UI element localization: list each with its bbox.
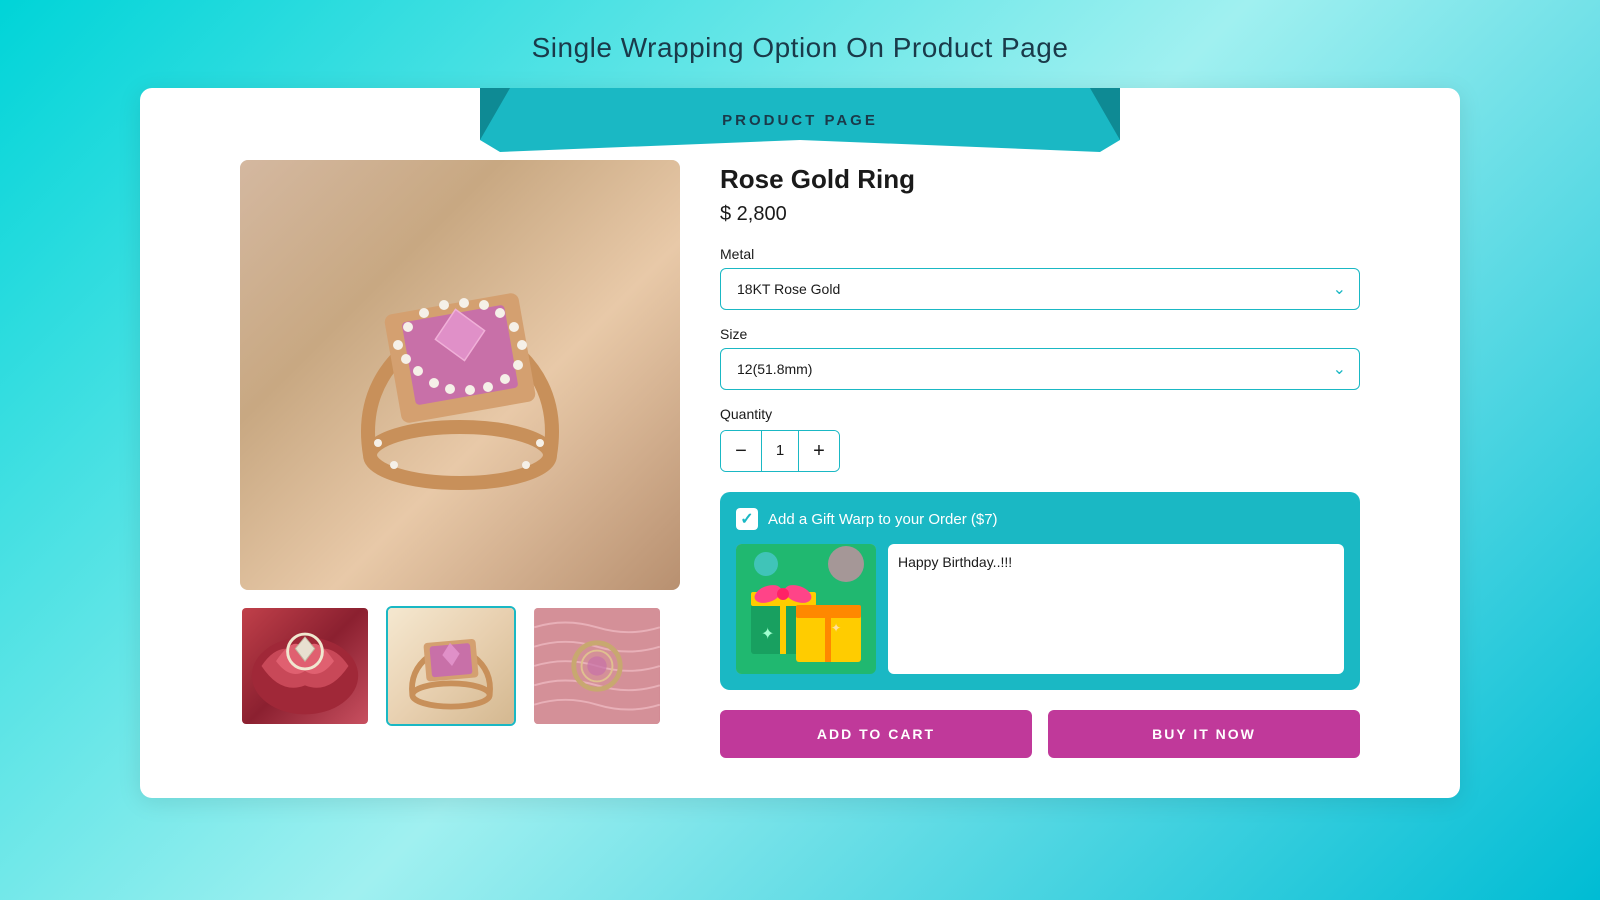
checkmark-icon: ✓ xyxy=(740,509,753,529)
gift-wrap-header: ✓ Add a Gift Warp to your Order ($7) xyxy=(736,508,1344,530)
gift-message-text[interactable]: Happy Birthday..!!! xyxy=(898,554,1012,570)
thumbnail-3[interactable] xyxy=(532,606,662,726)
banner-text: PRODUCT PAGE xyxy=(722,112,878,129)
action-buttons: ADD TO CART BUY IT NOW xyxy=(720,710,1360,758)
gift-wrap-section: ✓ Add a Gift Warp to your Order ($7) xyxy=(720,492,1360,690)
quantity-control: − 1 + xyxy=(720,430,840,472)
thumbnail-row xyxy=(240,606,680,726)
gift-wrap-checkbox[interactable]: ✓ xyxy=(736,508,758,530)
buy-it-now-button[interactable]: BUY IT NOW xyxy=(1048,710,1360,758)
thumbnail-2[interactable] xyxy=(386,606,516,726)
size-select[interactable]: 12(51.8mm) xyxy=(720,348,1360,390)
metal-select-wrapper: 18KT Rose Gold ⌄ xyxy=(720,268,1360,310)
quantity-value: 1 xyxy=(761,431,799,471)
gift-wrap-image: ✦ ✦ xyxy=(736,544,876,674)
product-info: Rose Gold Ring $ 2,800 Metal 18KT Rose G… xyxy=(720,160,1360,758)
gift-message-area: Happy Birthday..!!! xyxy=(888,544,1344,674)
product-price: $ 2,800 xyxy=(720,203,1360,226)
metal-select[interactable]: 18KT Rose Gold xyxy=(720,268,1360,310)
size-select-wrapper: 12(51.8mm) ⌄ xyxy=(720,348,1360,390)
image-section xyxy=(240,160,680,758)
svg-text:✦: ✦ xyxy=(831,621,841,635)
quantity-label: Quantity xyxy=(720,406,1360,422)
product-name: Rose Gold Ring xyxy=(720,164,1360,195)
quantity-decrease-button[interactable]: − xyxy=(721,431,761,471)
gift-wrap-label: Add a Gift Warp to your Order ($7) xyxy=(768,511,998,528)
banner: PRODUCT PAGE xyxy=(480,88,1120,152)
main-product-image xyxy=(240,160,680,590)
product-card: PRODUCT PAGE xyxy=(140,88,1460,798)
page-title: Single Wrapping Option On Product Page xyxy=(532,32,1069,64)
product-layout: Rose Gold Ring $ 2,800 Metal 18KT Rose G… xyxy=(140,160,1460,758)
size-label: Size xyxy=(720,326,1360,342)
gift-wrap-content: ✦ ✦ Happy Birthday..!!! xyxy=(736,544,1344,674)
metal-label: Metal xyxy=(720,246,1360,262)
thumbnail-1[interactable] xyxy=(240,606,370,726)
quantity-increase-button[interactable]: + xyxy=(799,431,839,471)
svg-text:✦: ✦ xyxy=(761,626,774,643)
add-to-cart-button[interactable]: ADD TO CART xyxy=(720,710,1032,758)
